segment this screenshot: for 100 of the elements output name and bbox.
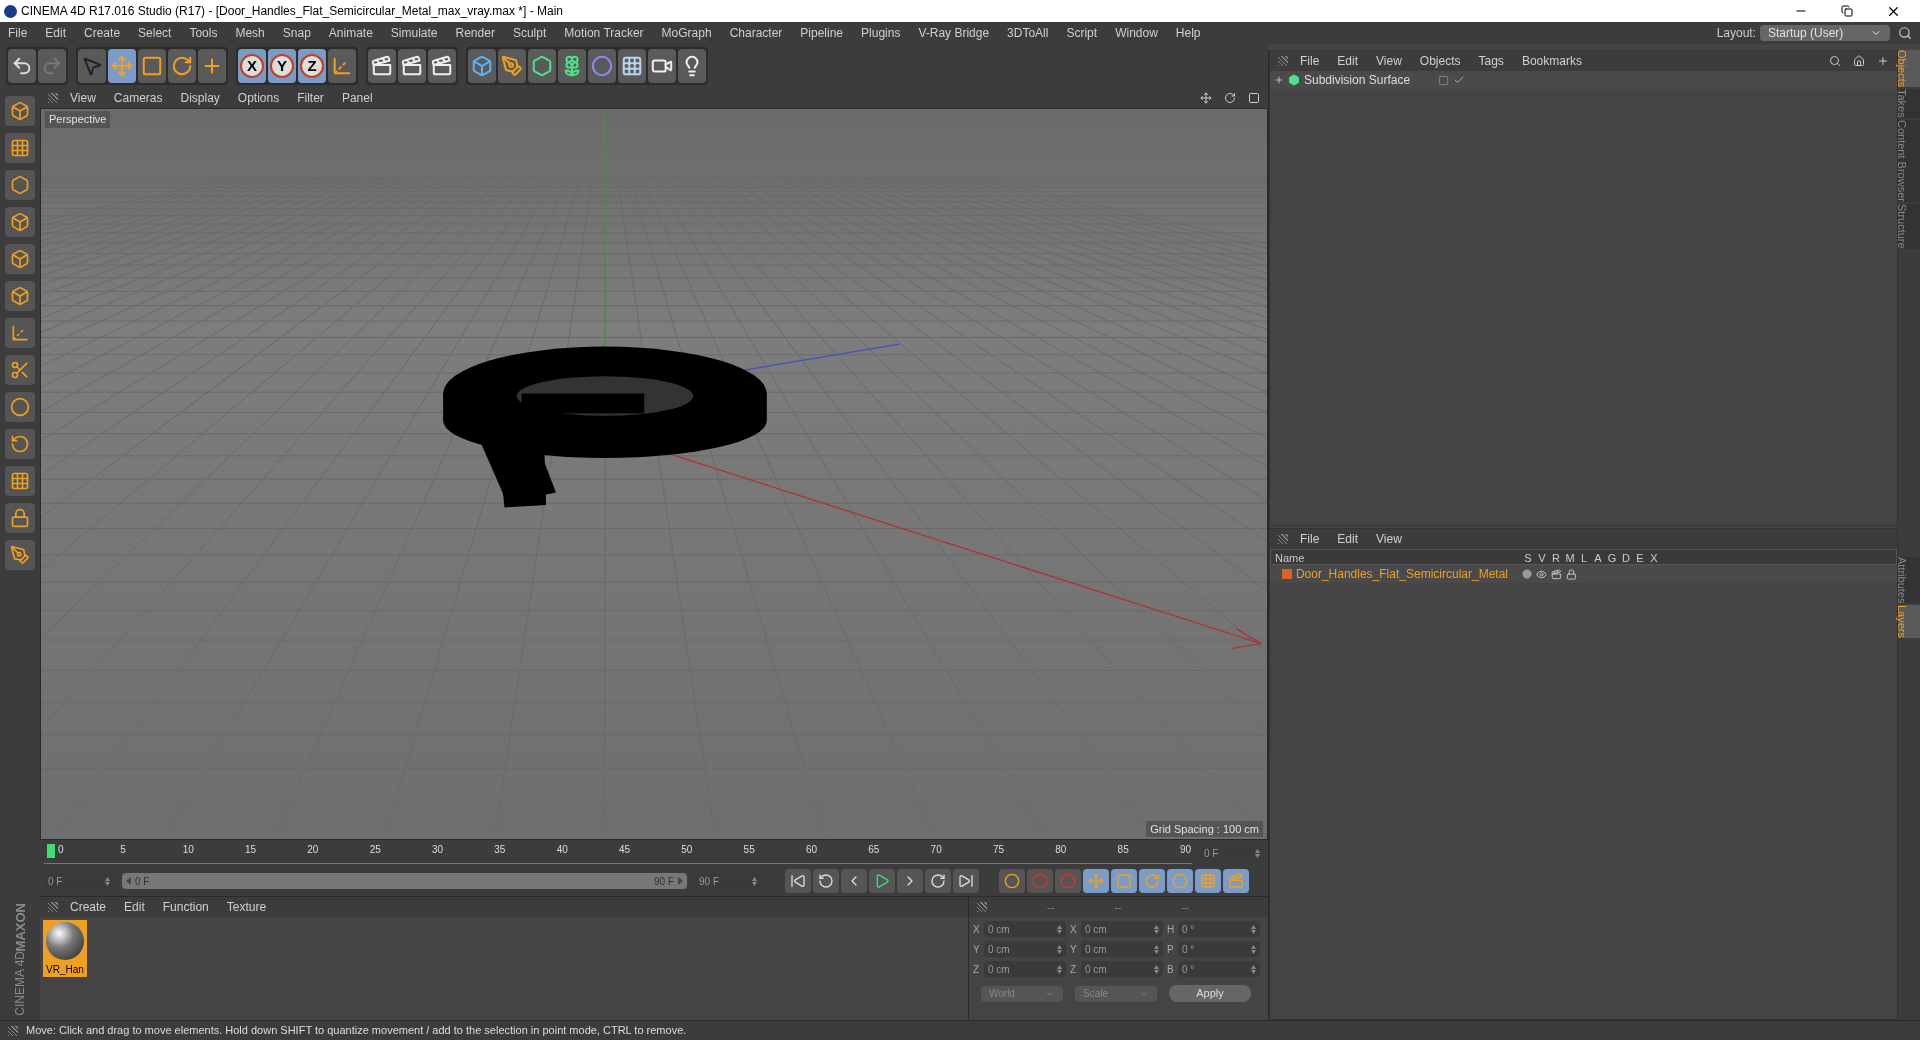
mode-tool-button[interactable]	[5, 96, 35, 126]
mode-tool-button[interactable]	[5, 133, 35, 163]
scale-tool-button[interactable]	[138, 49, 166, 83]
mode-tool-button[interactable]	[5, 355, 35, 385]
rotate-tool-button[interactable]	[168, 49, 196, 83]
render-tool-button[interactable]	[428, 49, 456, 83]
menu-item[interactable]: Select	[138, 24, 172, 42]
playback-button[interactable]	[813, 869, 839, 893]
undo-tool-button[interactable]	[8, 49, 36, 83]
layers-menu-item[interactable]: File	[1300, 530, 1320, 548]
viewport-menu-item[interactable]: View	[70, 89, 96, 107]
add-tool-button[interactable]	[198, 49, 226, 83]
side-tab[interactable]: Content Browser	[1898, 120, 1920, 202]
viewport-menu-item[interactable]: Panel	[341, 89, 373, 107]
objects-menu-item[interactable]: File	[1300, 52, 1320, 70]
coordinate-field[interactable]: 0 °	[1178, 921, 1260, 937]
timeline-ruler[interactable]: 0 5 10 15 20 25 30 35 40 45 50 55 60 65 70 75 80 85 90	[44, 842, 1192, 864]
playback-button[interactable]	[925, 869, 951, 893]
pen-tool-button[interactable]	[498, 49, 526, 83]
viewport-menu-item[interactable]: Options	[237, 89, 280, 107]
menu-item[interactable]: Plugins	[861, 24, 901, 42]
enabled-check-icon[interactable]	[1453, 74, 1465, 86]
side-tab[interactable]: Structure	[1898, 204, 1920, 249]
material-swatch[interactable]: VR_Han	[43, 920, 87, 977]
viewport-menu-item[interactable]: Display	[180, 89, 220, 107]
objects-menu-item[interactable]: Tags	[1478, 52, 1504, 70]
deformer-tool-button[interactable]	[588, 49, 616, 83]
coordinate-field[interactable]: 0 °	[1178, 941, 1260, 957]
menu-item[interactable]: V-Ray Bridge	[918, 24, 990, 42]
mode-tool-button[interactable]	[5, 207, 35, 237]
menu-item[interactable]: Help	[1175, 24, 1201, 42]
coords-tool-button[interactable]	[328, 49, 356, 83]
mode-tool-button[interactable]	[5, 429, 35, 459]
menu-item[interactable]: Snap	[282, 24, 311, 42]
coordinate-field[interactable]: 0 cm	[984, 961, 1066, 977]
menu-item[interactable]: Tools	[189, 24, 218, 42]
render-tool-button[interactable]	[368, 49, 396, 83]
menu-item[interactable]: Motion Tracker	[564, 24, 644, 42]
coordinate-field[interactable]: 0 cm	[1081, 961, 1163, 977]
menu-item[interactable]: Mesh	[235, 24, 265, 42]
layers-menu-item[interactable]: View	[1376, 530, 1402, 548]
objects-menu-item[interactable]: Objects	[1419, 52, 1461, 70]
axis-lock-button[interactable]: Y	[268, 49, 296, 83]
side-tab[interactable]: Takes	[1898, 89, 1920, 119]
material-menu-item[interactable]: Edit	[124, 898, 145, 916]
viewport-menu-item[interactable]: Filter	[297, 89, 324, 107]
menu-item[interactable]: Create	[84, 24, 121, 42]
playback-button[interactable]	[897, 869, 923, 893]
floor-tool-button[interactable]	[618, 49, 646, 83]
coordinate-field[interactable]: 0 cm	[984, 921, 1066, 937]
mode-tool-button[interactable]	[5, 540, 35, 570]
playback-button[interactable]	[953, 869, 979, 893]
viewport-menu-item[interactable]: Cameras	[113, 89, 163, 107]
coordinate-field[interactable]: 0 cm	[1081, 941, 1163, 957]
menu-item[interactable]: Script	[1066, 24, 1098, 42]
menu-item[interactable]: MoGraph	[661, 24, 712, 42]
apply-button[interactable]: Apply	[1169, 985, 1251, 1002]
keyframe-button[interactable]	[999, 869, 1025, 893]
playback-button[interactable]	[841, 869, 867, 893]
menu-item[interactable]: Edit	[45, 24, 67, 42]
camera-tool-button[interactable]	[648, 49, 676, 83]
cloner-tool-button[interactable]	[558, 49, 586, 83]
coordinate-field[interactable]: 0 cm	[984, 941, 1066, 957]
mode-tool-button[interactable]	[5, 281, 35, 311]
menu-item[interactable]: Animate	[328, 24, 373, 42]
render-tool-button[interactable]	[398, 49, 426, 83]
material-menu-item[interactable]: Create	[70, 898, 107, 916]
layer-row[interactable]: Door_Handles_Flat_Semicircular_Metal	[1270, 565, 1897, 583]
mode-tool-button[interactable]	[5, 244, 35, 274]
menu-item[interactable]: 3DToAll	[1007, 24, 1049, 42]
axis-lock-button[interactable]: X	[238, 49, 266, 83]
material-menu-item[interactable]: Function	[162, 898, 209, 916]
objects-menu-item[interactable]: Edit	[1337, 52, 1359, 70]
layers-menu-item[interactable]: Edit	[1337, 530, 1359, 548]
cube-tool-button[interactable]	[468, 49, 496, 83]
menu-item[interactable]: Sculpt	[512, 24, 547, 42]
menu-item[interactable]: Window	[1115, 24, 1158, 42]
select-tool-button[interactable]	[78, 49, 106, 83]
mode-tool-button[interactable]	[5, 392, 35, 422]
mode-tool-button[interactable]	[5, 503, 35, 533]
mode-tool-button[interactable]	[5, 170, 35, 200]
material-menu-item[interactable]: Texture	[226, 898, 267, 916]
side-tab[interactable]: Attributes	[1898, 556, 1920, 603]
axis-lock-button[interactable]: Z	[298, 49, 326, 83]
light-tool-button[interactable]	[678, 49, 706, 83]
menu-item[interactable]: File	[8, 24, 28, 42]
objects-menu-item[interactable]: View	[1376, 52, 1402, 70]
menu-item[interactable]: Pipeline	[800, 24, 844, 42]
coordinate-field[interactable]: 0 °	[1178, 961, 1260, 977]
menu-item[interactable]: Render	[455, 24, 495, 42]
playback-button[interactable]	[785, 869, 811, 893]
subdiv-tool-button[interactable]	[528, 49, 556, 83]
coordinate-field[interactable]: 0 cm	[1081, 921, 1163, 937]
viewport[interactable]: Perspective Grid Spacing : 100 cm	[40, 108, 1268, 840]
menu-item[interactable]: Character	[729, 24, 783, 42]
playback-button[interactable]	[869, 869, 895, 893]
mode-tool-button[interactable]	[5, 318, 35, 348]
mode-tool-button[interactable]	[5, 466, 35, 496]
menu-item[interactable]: Simulate	[390, 24, 438, 42]
objects-menu-item[interactable]: Bookmarks	[1521, 52, 1582, 70]
